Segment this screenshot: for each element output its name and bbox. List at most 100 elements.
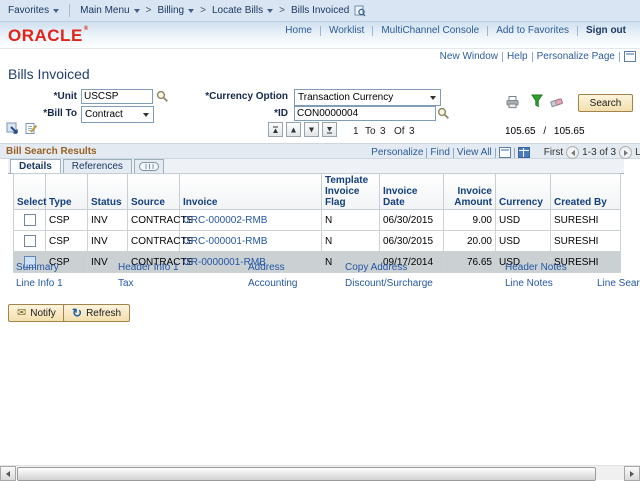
breadcrumb-search-icon[interactable] xyxy=(354,5,366,17)
col-header-invoice: Invoice xyxy=(180,174,322,210)
line-info-1-link[interactable]: Line Info 1 xyxy=(16,278,63,289)
accounting-link[interactable]: Accounting xyxy=(248,278,297,289)
view-all-link[interactable]: View All xyxy=(457,147,492,158)
bill-to-select[interactable]: Contract xyxy=(81,106,154,123)
line-search-link[interactable]: Line Search xyxy=(597,278,640,289)
col-header-source: Source xyxy=(128,174,180,210)
refresh-button-label: Refresh xyxy=(86,308,121,319)
notify-button-label: Notify xyxy=(30,308,56,319)
zoom-grid-icon[interactable] xyxy=(6,122,19,138)
refresh-icon: ↻ xyxy=(72,308,82,318)
bills-invoiced-label: Bills Invoiced xyxy=(291,5,349,16)
invoice-link[interactable]: GRC-000001-RMB xyxy=(183,236,267,247)
breadcrumb-divider xyxy=(69,4,70,17)
currency-option-select[interactable]: Transaction Currency xyxy=(294,89,441,106)
cell-currency: USD xyxy=(496,231,551,252)
link-separator xyxy=(532,52,533,62)
chevron-down-icon xyxy=(143,113,149,117)
multichannel-console-link[interactable]: MultiChannel Console xyxy=(373,25,487,36)
breadcrumb-item-locate-bills[interactable]: Locate Bills xyxy=(212,5,273,16)
unit-input[interactable] xyxy=(81,89,153,104)
summary-link[interactable]: Summary xyxy=(16,262,59,273)
zoom-window-icon[interactable] xyxy=(499,147,511,158)
cell-invoice-amount: 76.65 xyxy=(444,252,496,273)
cell-invoice-date: 06/30/2015 xyxy=(380,210,444,231)
personalize-link[interactable]: Personalize xyxy=(371,147,423,158)
breadcrumb-item-billing[interactable]: Billing xyxy=(157,5,194,16)
help-link[interactable]: Help xyxy=(507,51,528,62)
refresh-button[interactable]: ↻ Refresh xyxy=(63,304,130,322)
header-notes-link[interactable]: Header Notes xyxy=(505,262,567,273)
chevron-down-icon xyxy=(430,96,436,100)
notify-button[interactable]: ✉ Notify xyxy=(8,304,65,322)
id-input[interactable] xyxy=(294,106,436,121)
cell-invoice-amount: 20.00 xyxy=(444,231,496,252)
page-action-bar: New Window Help Personalize Page xyxy=(440,51,636,62)
breadcrumb: Favorites Main Menu Billing Locate Bills… xyxy=(0,0,640,22)
col-header-created-by: Created By xyxy=(551,174,621,210)
favorites-menu[interactable]: Favorites xyxy=(8,5,59,16)
tax-link[interactable]: Tax xyxy=(118,278,134,289)
discount-surcharge-link[interactable]: Discount/Surcharge xyxy=(345,278,433,289)
cell-template-flag: N xyxy=(322,231,380,252)
previous-row-set-icon[interactable] xyxy=(286,122,301,137)
sign-out-link[interactable]: Sign out xyxy=(578,25,634,36)
print-icon[interactable] xyxy=(505,95,520,112)
previous-page-icon[interactable] xyxy=(566,146,579,159)
cell-currency: USD xyxy=(496,210,551,231)
home-link[interactable]: Home xyxy=(277,25,320,36)
cell-source: CONTRACTS xyxy=(128,231,180,252)
popup-window-icon[interactable] xyxy=(624,51,636,62)
horizontal-scrollbar[interactable] xyxy=(0,465,640,480)
rowset-to: 3 xyxy=(380,126,386,137)
show-all-columns-icon[interactable] xyxy=(134,159,164,173)
scrollbar-thumb[interactable] xyxy=(17,467,596,481)
cell-status: INV xyxy=(88,231,128,252)
invoice-link[interactable]: GRC-000002-RMB xyxy=(183,215,267,226)
tab-details[interactable]: Details xyxy=(10,159,61,173)
results-title: Bill Search Results xyxy=(6,146,97,157)
chevron-down-icon xyxy=(188,9,194,13)
favorites-label: Favorites xyxy=(8,5,49,16)
col-header-template-invoice-flag: Template Invoice Flag xyxy=(322,174,380,210)
first-row-set-icon[interactable] xyxy=(268,122,283,137)
download-grid-icon[interactable] xyxy=(518,147,530,158)
filter-funnel-icon[interactable] xyxy=(531,94,543,111)
edit-grid-icon[interactable] xyxy=(25,122,38,138)
unit-lookup-icon[interactable] xyxy=(156,90,169,106)
col-header-select: Select xyxy=(14,174,46,210)
worklist-link[interactable]: Worklist xyxy=(321,25,372,36)
next-page-icon[interactable] xyxy=(619,146,632,159)
row-select-checkbox[interactable] xyxy=(24,235,36,247)
scroll-right-button[interactable] xyxy=(624,466,640,481)
row-select-checkbox[interactable] xyxy=(24,214,36,226)
new-window-link[interactable]: New Window xyxy=(440,51,498,62)
breadcrumb-separator xyxy=(200,5,206,16)
cell-source: CONTRACTS xyxy=(128,210,180,231)
id-label: *ID xyxy=(180,108,288,119)
next-row-set-icon[interactable] xyxy=(304,122,319,137)
clear-eraser-icon[interactable] xyxy=(549,96,565,112)
rowset-total: 3 xyxy=(409,126,415,137)
personalize-page-link[interactable]: Personalize Page xyxy=(537,51,615,62)
cell-type: CSP xyxy=(46,210,88,231)
copy-address-link[interactable]: Copy Address xyxy=(345,262,407,273)
billing-label: Billing xyxy=(157,5,184,16)
add-to-favorites-link[interactable]: Add to Favorites xyxy=(488,25,577,36)
address-link[interactable]: Address xyxy=(248,262,285,273)
pager-last-label[interactable]: Last xyxy=(635,147,640,158)
find-link[interactable]: Find xyxy=(430,147,449,158)
global-header: Home Worklist MultiChannel Console Add t… xyxy=(0,22,640,49)
last-row-set-icon[interactable] xyxy=(322,122,337,137)
col-header-status: Status xyxy=(88,174,128,210)
main-menu[interactable]: Main Menu xyxy=(80,5,139,16)
id-lookup-icon[interactable] xyxy=(437,107,450,123)
bill-to-value: Contract xyxy=(85,109,123,120)
search-button[interactable]: Search xyxy=(578,94,633,112)
rowset-to-label: To xyxy=(365,126,376,137)
line-notes-link[interactable]: Line Notes xyxy=(505,278,553,289)
cell-type: CSP xyxy=(46,231,88,252)
tab-references[interactable]: References xyxy=(63,159,132,173)
header-info-1-link[interactable]: Header Info 1 xyxy=(118,262,179,273)
scroll-left-button[interactable] xyxy=(0,466,16,481)
